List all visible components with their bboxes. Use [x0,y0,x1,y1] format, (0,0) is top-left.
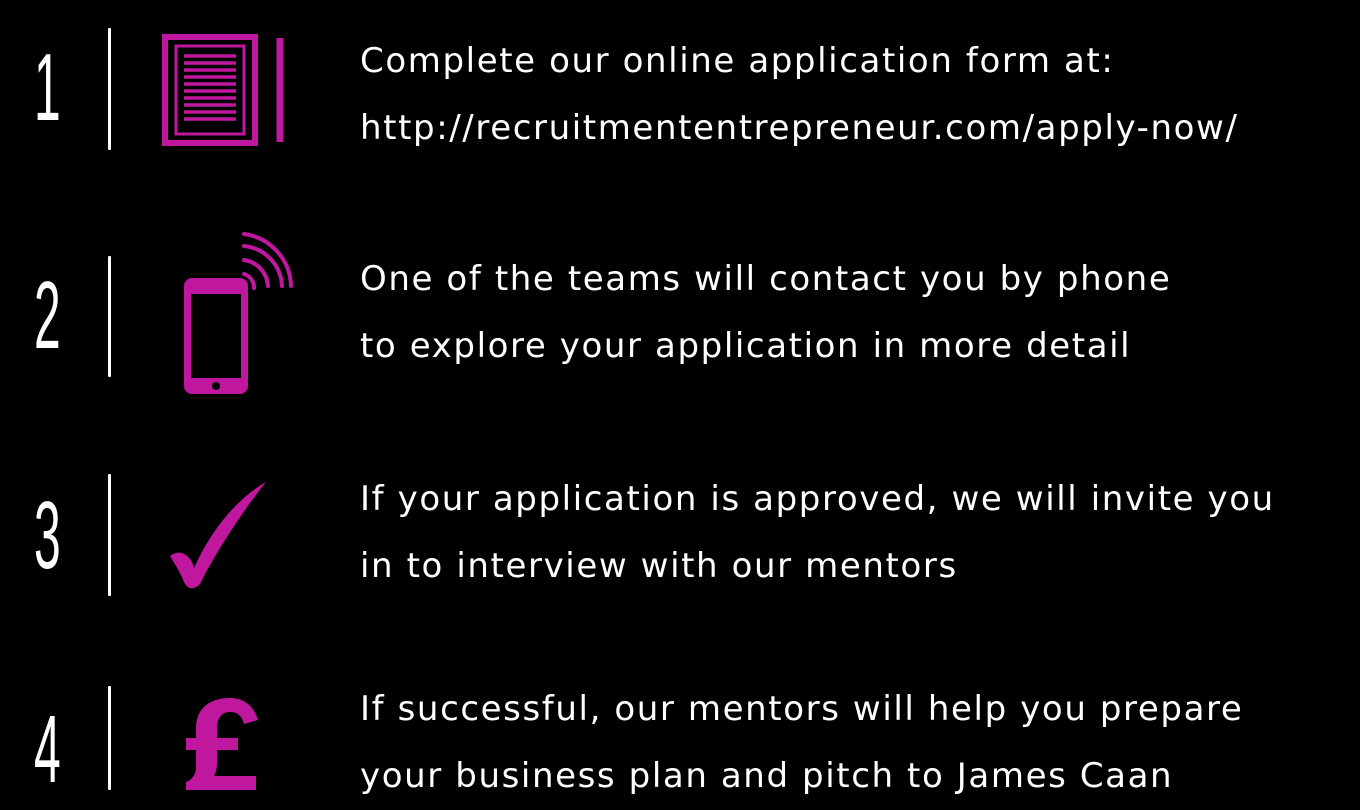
step-number: 1 [34,34,61,141]
pound-sign-icon [158,694,298,790]
step-text-line-2: in to interview with our mentors [360,546,958,586]
step-2: 2 One of the teams will contact you by p… [0,222,1360,422]
divider [108,256,111,377]
step-3: 3 If your application is approved, we wi… [0,442,1360,642]
step-description: One of the teams will contact you by pho… [360,246,1360,380]
step-number: 2 [34,262,61,369]
checkmark-icon [158,472,298,612]
application-url[interactable]: http://recruitmententrepreneur.com/apply… [360,95,1360,162]
step-text-line-1: Complete our online application form at: [360,41,1115,81]
step-4: 4 If successful, our mentors will help y… [0,660,1360,798]
step-description: If your application is approved, we will… [360,466,1360,600]
divider [108,474,111,596]
step-number: 3 [34,482,61,589]
divider [108,686,111,790]
divider [108,28,111,150]
step-text-line-1: If your application is approved, we will… [360,479,1275,519]
phone-icon [158,230,298,394]
step-number: 4 [34,696,61,803]
document-icon [158,28,298,168]
step-text-line-1: One of the teams will contact you by pho… [360,259,1172,299]
step-1: 1 Complete our online application form a… [0,0,1360,200]
step-description: Complete our online application form at:… [360,28,1360,162]
step-text-line-2: to explore your application in more deta… [360,326,1132,366]
step-text-line-2: your business plan and pitch to James Ca… [360,756,1174,796]
step-text-line-1: If successful, our mentors will help you… [360,689,1244,729]
